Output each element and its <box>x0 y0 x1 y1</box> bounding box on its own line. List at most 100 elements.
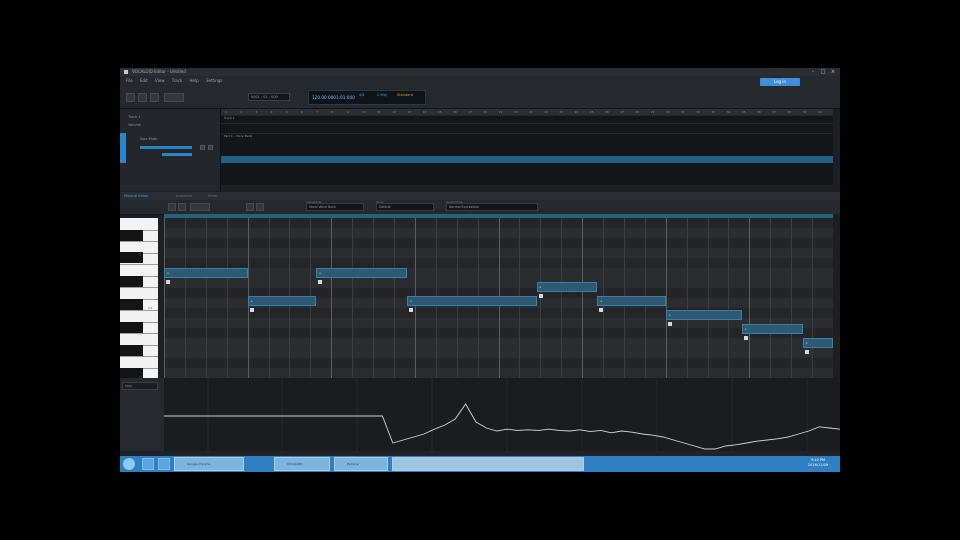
black-key[interactable] <box>120 322 143 333</box>
black-key[interactable] <box>120 368 143 378</box>
beat-line <box>352 218 353 378</box>
parameter-panel: Pitch <box>120 378 164 456</box>
note[interactable]: a <box>741 324 803 334</box>
black-key[interactable] <box>120 299 143 310</box>
folder-icon[interactable] <box>158 458 170 470</box>
arrangement-vertical-scrollbar[interactable] <box>833 109 840 191</box>
mute-button[interactable] <box>208 145 213 150</box>
menu-view[interactable]: View <box>155 78 165 83</box>
start-button[interactable] <box>123 458 135 470</box>
arrangement-view[interactable]: 1 2 3 4 5 6 7 8 9 10 11 12 13 14 15 16 17 18 19 20 21 22 23 24 2… <box>221 109 833 191</box>
taskbar-chrome[interactable]: Google Chrome <box>174 457 244 471</box>
zoom-out-icon[interactable] <box>246 203 254 211</box>
eraser-tool-icon[interactable] <box>150 93 159 102</box>
track-panel: Track 1 Volume Solo Mute <box>120 109 221 191</box>
note[interactable]: a <box>665 310 742 320</box>
ie-icon[interactable] <box>142 458 154 470</box>
note-handle[interactable] <box>667 322 672 326</box>
inspector-tab[interactable]: Inspector <box>176 192 192 200</box>
zoom-in-icon[interactable] <box>256 203 264 211</box>
arrangement-lane: Part 1 - Voice Bank <box>221 133 833 156</box>
parameter-selector[interactable]: Pitch <box>122 382 158 390</box>
maximize-icon[interactable]: □ <box>820 69 826 75</box>
piano-roll-toolbar: Voicebank Vocal Voice Bank Style Default… <box>120 200 840 215</box>
pointer-tool-icon[interactable] <box>126 93 135 102</box>
volume-slider[interactable] <box>140 146 192 149</box>
menu-track[interactable]: Track <box>172 78 182 83</box>
note-handle[interactable] <box>249 308 254 312</box>
black-key[interactable] <box>120 345 143 356</box>
beat-line <box>227 218 228 378</box>
note-handle[interactable] <box>538 294 543 298</box>
taskbar-explorer[interactable]: Explorer <box>334 457 388 471</box>
login-button[interactable]: Log in <box>760 78 800 86</box>
main-toolbar: 0001 : 01 : 000 120.00 0001:01:000 4/4 C… <box>120 86 840 109</box>
piano-keyboard[interactable]: C4 <box>120 218 158 378</box>
black-key[interactable] <box>120 252 143 263</box>
snap-dropdown[interactable] <box>164 93 184 102</box>
minimize-icon[interactable]: – <box>810 69 816 75</box>
desktop-screen: VOCALOID Editor - Untitled – □ × File Ed… <box>120 68 840 472</box>
bar-line <box>164 218 165 378</box>
tempo-readout[interactable]: 120.00 0001:01:000 <box>312 95 355 100</box>
beat-line <box>394 218 395 378</box>
voice-part[interactable] <box>221 156 833 163</box>
windows-taskbar: Google Chrome VOCALOID Explorer 9:40 PM … <box>120 456 840 472</box>
black-key[interactable] <box>120 276 143 287</box>
pan-slider[interactable] <box>162 153 192 156</box>
menu-file[interactable]: File <box>126 78 133 83</box>
close-icon[interactable]: × <box>830 69 836 75</box>
note[interactable]: a <box>316 268 408 278</box>
draw-tool-icon[interactable] <box>178 203 186 211</box>
note-handle[interactable] <box>804 350 809 354</box>
style-field[interactable]: Default <box>376 203 434 211</box>
quantize-dropdown[interactable] <box>190 203 210 211</box>
note-handle[interactable] <box>599 308 604 312</box>
arrangement-scrollbar[interactable] <box>221 185 833 191</box>
clock-date: 2016/11/09 <box>807 463 829 467</box>
editor-tab[interactable]: Musical Editor <box>124 192 149 200</box>
note-handle[interactable] <box>166 280 170 284</box>
key-readout[interactable]: C Maj <box>377 93 387 98</box>
taskbar-window[interactable] <box>392 457 584 471</box>
solo-button[interactable] <box>200 145 205 150</box>
pitch-curve-line[interactable] <box>164 403 840 450</box>
mode-readout[interactable]: Standard <box>397 93 413 98</box>
clock[interactable]: 9:40 PM 2016/11/09 <box>800 458 836 470</box>
note[interactable]: a <box>247 296 317 306</box>
bar-line <box>331 218 332 378</box>
pencil-tool-icon[interactable] <box>138 93 147 102</box>
time-signature[interactable]: 4/4 <box>359 93 365 98</box>
note-handle[interactable] <box>743 336 748 340</box>
track-name[interactable]: Track 1 <box>128 115 141 119</box>
track-row-label: Solo Mute <box>140 137 158 141</box>
piano-roll-grid[interactable]: aaaaaaaaa <box>164 218 833 378</box>
note-handle[interactable] <box>409 308 414 312</box>
pitch-curve[interactable] <box>164 378 840 456</box>
parameter-curve-area[interactable] <box>164 378 840 456</box>
voicebank-field[interactable]: Vocal Voice Bank <box>306 203 364 211</box>
note[interactable]: a <box>536 282 598 292</box>
select-tool-icon[interactable] <box>168 203 176 211</box>
taskbar-vocaloid[interactable]: VOCALOID <box>274 457 330 471</box>
position-field[interactable]: 0001 : 01 : 000 <box>248 93 290 101</box>
transport-display: 120.00 0001:01:000 4/4 C Maj Standard <box>308 90 426 105</box>
bar-line <box>666 218 667 378</box>
note[interactable]: a <box>407 296 537 306</box>
note[interactable]: a <box>802 338 833 348</box>
piano-roll-vertical-scrollbar[interactable] <box>833 214 840 378</box>
system-tray[interactable] <box>724 459 784 469</box>
note-handle[interactable] <box>318 280 323 284</box>
vocal-style-field[interactable]: Normal Expression <box>446 203 538 211</box>
menu-edit[interactable]: Edit <box>140 78 148 83</box>
mixer-tab[interactable]: Mixer <box>208 192 218 200</box>
beat-line <box>728 218 729 378</box>
part-label: Part 1 - Voice Bank <box>224 134 253 138</box>
black-key[interactable] <box>120 230 143 241</box>
note[interactable]: a <box>164 268 248 278</box>
beat-line <box>185 218 186 378</box>
menu-settings[interactable]: Settings <box>206 78 222 83</box>
menu-bar: File Edit View Track Help Settings <box>120 76 840 86</box>
menu-help[interactable]: Help <box>190 78 199 83</box>
note[interactable]: a <box>597 296 666 306</box>
